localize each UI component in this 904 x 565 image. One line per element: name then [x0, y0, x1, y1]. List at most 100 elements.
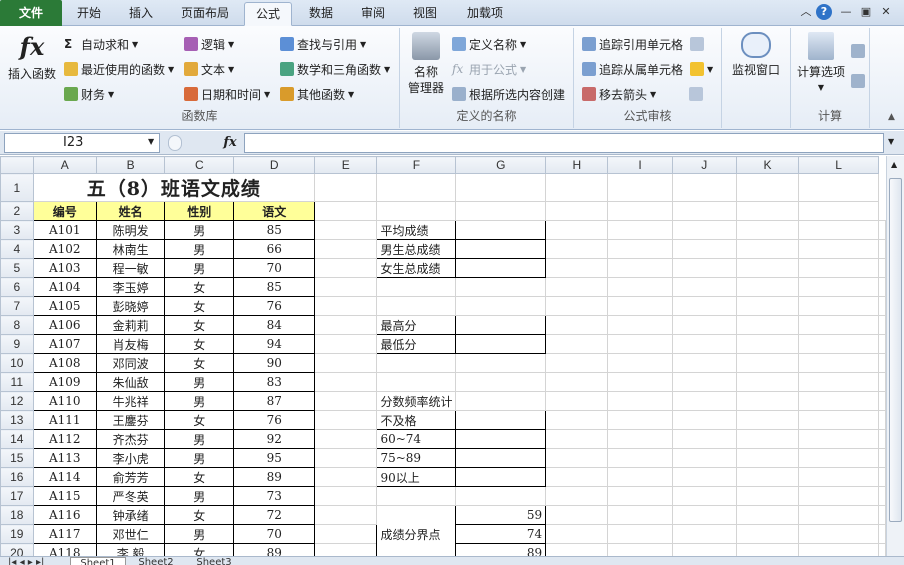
cell-table[interactable]: A B C D E F G H I J K L 1 五（8）班语文成绩 2 编号… [0, 156, 886, 556]
cell[interactable] [878, 524, 886, 544]
cell[interactable] [878, 296, 886, 316]
cell[interactable] [671, 220, 737, 240]
cell[interactable] [314, 543, 378, 556]
cell[interactable] [607, 429, 673, 449]
cell-score[interactable]: 90 [233, 353, 316, 373]
cell-id[interactable]: A102 [32, 239, 97, 259]
cell[interactable] [376, 277, 457, 297]
tab-insert[interactable]: 插入 [116, 2, 166, 26]
tab-file[interactable]: 文件 [0, 0, 62, 26]
tab-addins[interactable]: 加载项 [454, 2, 516, 26]
cell[interactable] [545, 239, 609, 259]
cell-name[interactable]: 程一敏 [95, 258, 166, 278]
cell-name[interactable]: 邓世仁 [95, 524, 166, 544]
cell-score[interactable]: 70 [233, 524, 316, 544]
cell[interactable] [545, 201, 609, 221]
sheet-nav-icon[interactable]: |◂ ◂ ▸ ▸| [8, 557, 44, 565]
cell-side-label[interactable]: 不及格 [376, 410, 457, 430]
cell[interactable] [607, 201, 673, 221]
cell-name[interactable]: 李小虎 [95, 448, 166, 468]
cell[interactable] [671, 372, 737, 392]
remove-arrows-button[interactable]: 移去箭头 ▼ [582, 84, 704, 104]
tab-home[interactable]: 开始 [66, 2, 112, 26]
cell[interactable] [735, 467, 800, 487]
cell[interactable] [545, 486, 609, 506]
header-cell-gender[interactable]: 性别 [164, 201, 235, 221]
cell[interactable] [798, 448, 879, 468]
cell[interactable] [798, 201, 879, 221]
cell[interactable] [671, 201, 737, 221]
cell[interactable] [735, 448, 800, 468]
cell[interactable] [671, 173, 737, 202]
calc-options-button[interactable]: 计算选项 ▼ [793, 32, 849, 96]
cell-name[interactable]: 王鏖芬 [95, 410, 166, 430]
math-button[interactable]: 数学和三角函数 ▼ [280, 59, 390, 79]
define-name-button[interactable]: 定义名称 ▼ [452, 34, 526, 54]
cell[interactable] [798, 258, 879, 278]
cell[interactable] [314, 486, 378, 506]
row-header[interactable]: 4 [0, 239, 34, 259]
row-header[interactable]: 16 [0, 467, 34, 487]
ribbon-collapse-icon[interactable]: ︿ [798, 4, 814, 20]
insert-function-fx-icon[interactable]: fx [218, 133, 242, 153]
cell[interactable] [314, 353, 378, 373]
cell[interactable] [798, 353, 879, 373]
cell[interactable] [607, 486, 673, 506]
cell[interactable] [735, 296, 800, 316]
cell-id[interactable]: A112 [32, 429, 97, 449]
tab-formulas[interactable]: 公式 [244, 2, 292, 26]
cell[interactable] [545, 334, 609, 354]
cell-side-value[interactable] [455, 258, 547, 278]
cell[interactable] [798, 410, 879, 430]
cell-id[interactable]: A117 [32, 524, 97, 544]
question-icon[interactable]: ? [816, 4, 832, 20]
show-formulas-icon[interactable] [690, 37, 705, 51]
vertical-scrollbar[interactable]: ▲ [886, 156, 904, 556]
cell[interactable] [671, 467, 737, 487]
cell[interactable] [314, 372, 378, 392]
cell-id[interactable]: A110 [32, 391, 97, 411]
cell[interactable] [878, 258, 886, 278]
cell[interactable] [314, 524, 378, 544]
cell[interactable] [607, 524, 673, 544]
tab-page-layout[interactable]: 页面布局 [170, 2, 240, 26]
trace-dependents-button[interactable]: 追踪从属单元格 ▼ [582, 59, 713, 79]
row-header[interactable]: 19 [0, 524, 34, 544]
cell-cut-label[interactable]: 成绩分界点 [376, 505, 457, 556]
cell[interactable] [671, 239, 737, 259]
tab-review[interactable]: 审阅 [348, 2, 398, 26]
cell[interactable] [314, 258, 378, 278]
cell-id[interactable]: A115 [32, 486, 97, 506]
cell[interactable] [545, 505, 609, 525]
cell[interactable] [878, 334, 886, 354]
cell-score[interactable]: 94 [233, 334, 316, 354]
cell[interactable] [878, 505, 886, 525]
cell-name[interactable]: 李 毅 [95, 543, 166, 556]
col-header-e[interactable]: E [314, 156, 378, 174]
cell-name[interactable]: 彭晓婷 [95, 296, 166, 316]
expand-formula-bar-icon[interactable]: ▼ [888, 137, 894, 146]
cell-name[interactable]: 朱仙敌 [95, 372, 166, 392]
cell[interactable] [376, 353, 457, 373]
cell-score[interactable]: 89 [233, 543, 316, 556]
col-header-i[interactable]: I [607, 156, 673, 174]
cell-gender[interactable]: 女 [164, 277, 235, 297]
cell[interactable] [878, 410, 886, 430]
cell-side-label[interactable]: 分数频率统计 [376, 391, 457, 411]
sheet-title[interactable]: 五（8）班语文成绩 [32, 173, 316, 202]
cell[interactable] [671, 315, 737, 335]
col-header-l[interactable]: L [798, 156, 879, 174]
formula-input[interactable] [244, 133, 884, 153]
cell[interactable] [798, 334, 879, 354]
cell-gender[interactable]: 女 [164, 353, 235, 373]
cell-id[interactable]: A111 [32, 410, 97, 430]
cell[interactable] [798, 372, 879, 392]
cell[interactable] [878, 239, 886, 259]
cell[interactable] [376, 296, 457, 316]
scroll-up-icon[interactable]: ▲ [891, 160, 897, 169]
cell-id[interactable]: A104 [32, 277, 97, 297]
cell-score[interactable]: 73 [233, 486, 316, 506]
cell[interactable] [878, 315, 886, 335]
row-header[interactable]: 15 [0, 448, 34, 468]
calc-sheet-icon[interactable] [851, 74, 865, 88]
